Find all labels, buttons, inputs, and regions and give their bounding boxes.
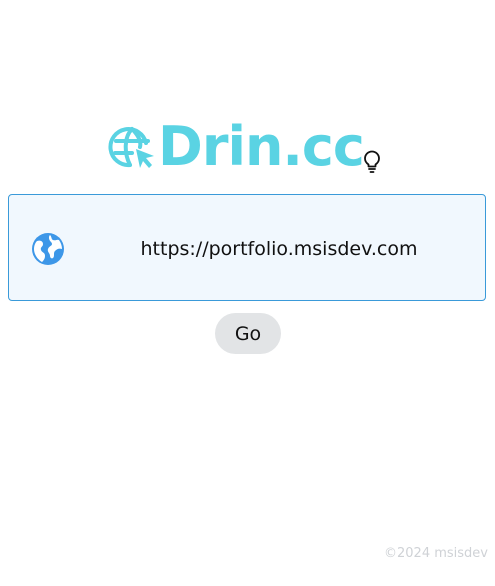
url-input[interactable] bbox=[79, 229, 479, 269]
url-box bbox=[8, 194, 486, 301]
globe-icon bbox=[32, 233, 64, 265]
logo: Drin.cc bbox=[108, 115, 365, 178]
lightbulb-icon[interactable] bbox=[362, 150, 382, 174]
brand-name: Drin.cc bbox=[158, 115, 365, 178]
globe-cursor-icon bbox=[108, 127, 154, 168]
page: Drin.cc Go ©2024 msisdev bbox=[0, 0, 495, 586]
footer-copyright: ©2024 msisdev bbox=[384, 546, 488, 561]
header: Drin.cc bbox=[0, 116, 495, 178]
go-button[interactable]: Go bbox=[215, 313, 281, 354]
